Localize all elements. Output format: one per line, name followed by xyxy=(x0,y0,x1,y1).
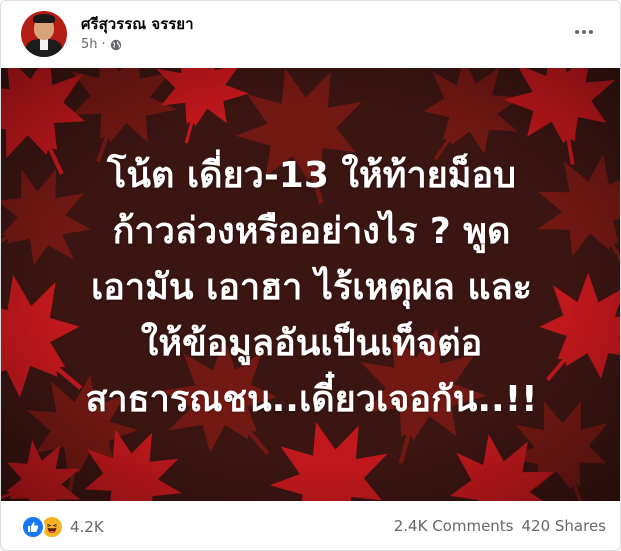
post-timestamp[interactable]: 5h xyxy=(81,37,98,52)
globe-icon xyxy=(110,39,121,50)
like-icon xyxy=(21,515,45,539)
image-text-line: เอามัน เอาฮา ไร้เหตุผล และ xyxy=(90,267,533,308)
reactions-summary[interactable]: 4.2K xyxy=(21,515,104,539)
image-text-line: โน้ต เดี่ยว-13 ให้ท้ายม็อบ xyxy=(107,155,516,196)
comments-count[interactable]: 2.4K Comments xyxy=(394,517,514,535)
post-meta: 5h · xyxy=(81,37,122,52)
engagement-stats: 2.4K Comments 420 Shares xyxy=(394,517,606,535)
post-footer: 4.2K 2.4K Comments 420 Shares xyxy=(1,501,620,550)
post-card: ศรีสุวรรณ จรรยา 5h · โน้ต เดี่ยว-13 ให้ท… xyxy=(0,0,621,551)
image-text-line: สาธารณชน..เดี๋ยวเจอกัน..!! xyxy=(85,379,538,420)
shares-count[interactable]: 420 Shares xyxy=(522,517,607,535)
post-image[interactable]: โน้ต เดี่ยว-13 ให้ท้ายม็อบ ก้าวล่วงหรืออ… xyxy=(1,68,620,501)
image-text-line: ก้าวล่วงหรืออย่างไร ? พูด xyxy=(112,211,511,252)
image-text-line: ให้ข้อมูลอันเป็นเท็จต่อ xyxy=(140,323,483,364)
post-header: ศรีสุวรรณ จรรยา 5h · xyxy=(1,1,620,67)
author-name[interactable]: ศรีสุวรรณ จรรยา xyxy=(81,12,194,36)
reaction-count: 4.2K xyxy=(70,518,104,536)
meta-separator: · xyxy=(101,37,106,52)
author-avatar[interactable] xyxy=(21,11,67,57)
more-options-icon[interactable] xyxy=(567,19,601,45)
image-text: โน้ต เดี่ยว-13 ให้ท้ายม็อบ ก้าวล่วงหรืออ… xyxy=(1,148,620,428)
